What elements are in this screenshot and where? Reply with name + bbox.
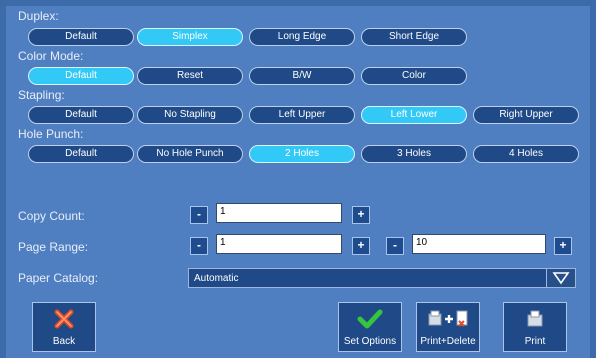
copy-count-label: Copy Count:: [18, 209, 85, 223]
hole-punch-label: Hole Punch:: [18, 127, 84, 141]
page-range-to-decrement-button[interactable]: -: [386, 237, 404, 255]
paper-catalog-label: Paper Catalog:: [18, 271, 99, 285]
hole-punch-option-4-holes[interactable]: 4 Holes: [473, 145, 579, 163]
back-x-icon: [33, 307, 95, 334]
print-button[interactable]: Print: [503, 302, 567, 352]
stapling-option-left-upper[interactable]: Left Upper: [249, 106, 355, 124]
duplex-option-default[interactable]: Default: [28, 28, 134, 46]
print-delete-button[interactable]: Print+Delete: [416, 302, 480, 352]
copy-count-input[interactable]: 1: [216, 203, 342, 223]
stapling-option-none[interactable]: No Stapling: [137, 106, 243, 124]
print-delete-button-label: Print+Delete: [420, 336, 476, 347]
hole-punch-option-none[interactable]: No Hole Punch: [137, 145, 243, 163]
chevron-down-icon[interactable]: [546, 269, 575, 287]
dropdown-arrow-icon: [552, 272, 570, 285]
set-options-button[interactable]: Set Options: [338, 302, 402, 352]
page-range-to-input[interactable]: 10: [412, 234, 546, 254]
checkmark-icon: [339, 307, 401, 334]
hole-punch-option-3-holes[interactable]: 3 Holes: [361, 145, 467, 163]
page-range-to-increment-button[interactable]: +: [554, 237, 572, 255]
color-mode-option-reset[interactable]: Reset: [137, 67, 243, 85]
printer-icon: [504, 307, 566, 334]
color-mode-option-color[interactable]: Color: [361, 67, 467, 85]
color-mode-option-bw[interactable]: B/W: [249, 67, 355, 85]
copy-count-decrement-button[interactable]: -: [190, 206, 208, 224]
duplex-label: Duplex:: [18, 9, 59, 23]
hole-punch-option-default[interactable]: Default: [28, 145, 134, 163]
color-mode-label: Color Mode:: [18, 49, 84, 63]
print-button-label: Print: [524, 336, 546, 347]
page-range-from-input[interactable]: 1: [216, 234, 342, 254]
duplex-option-simplex[interactable]: Simplex: [137, 28, 243, 46]
stapling-option-left-lower[interactable]: Left Lower: [361, 106, 467, 124]
print-options-panel: Duplex: Default Simplex Long Edge Short …: [6, 6, 590, 358]
duplex-option-short-edge[interactable]: Short Edge: [361, 28, 467, 46]
paper-catalog-value: Automatic: [194, 273, 239, 284]
duplex-option-long-edge[interactable]: Long Edge: [249, 28, 355, 46]
stapling-label: Stapling:: [18, 88, 65, 102]
color-mode-option-default[interactable]: Default: [28, 67, 134, 85]
stapling-option-default[interactable]: Default: [28, 106, 134, 124]
page-range-label: Page Range:: [18, 240, 89, 254]
copy-count-increment-button[interactable]: +: [352, 206, 370, 224]
back-button[interactable]: Back: [32, 302, 96, 352]
stapling-option-right-upper[interactable]: Right Upper: [473, 106, 579, 124]
back-button-label: Back: [52, 336, 76, 347]
paper-catalog-select[interactable]: Automatic: [188, 268, 576, 288]
hole-punch-option-2-holes[interactable]: 2 Holes: [249, 145, 355, 163]
print-delete-icon: [417, 307, 479, 334]
page-range-from-increment-button[interactable]: +: [352, 237, 370, 255]
set-options-button-label: Set Options: [343, 336, 397, 347]
page-range-from-decrement-button[interactable]: -: [190, 237, 208, 255]
